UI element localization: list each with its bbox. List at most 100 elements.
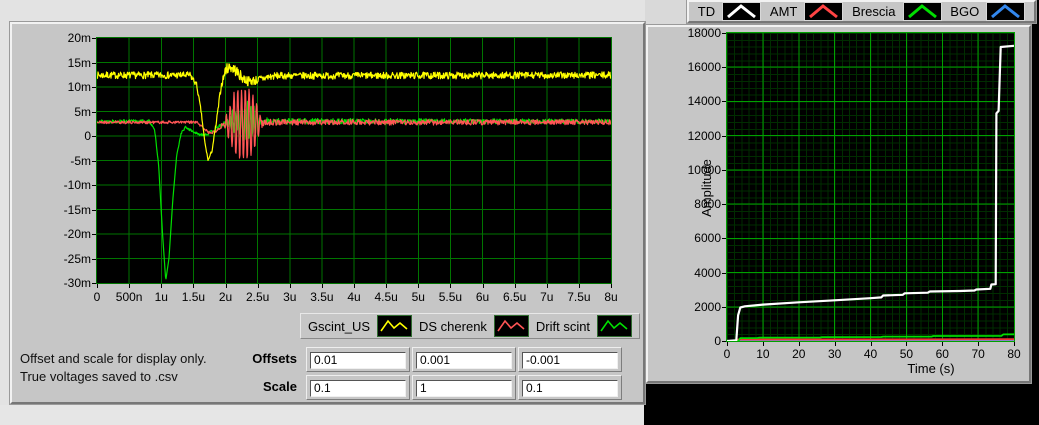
note-line-1: Offset and scale for display only.: [20, 351, 207, 366]
bgo-plot-icon: [986, 2, 1026, 21]
x-tick-mark: [942, 342, 944, 346]
scale-label: Scale: [263, 379, 297, 394]
x-tick-mark: [129, 284, 131, 288]
y-tick-mark: [92, 234, 96, 235]
y-tick-label: 2000: [694, 299, 721, 314]
offset-input-3[interactable]: [522, 351, 618, 369]
y-tick-label: 15m: [67, 55, 91, 70]
amt-plot-icon: [804, 2, 844, 21]
x-tick-mark: [257, 284, 259, 288]
x-tick-label: 30: [827, 347, 842, 361]
x-tick-label: 80: [1007, 347, 1021, 361]
y-tick-label: -15m: [63, 202, 91, 217]
legend-label: TD: [697, 4, 716, 19]
y-tick-label: 16000: [687, 60, 721, 75]
legend-item-amt[interactable]: AMT: [770, 2, 844, 21]
legend-item-gscint-us[interactable]: Gscint_US: [307, 315, 413, 337]
offset-box-1: [306, 347, 410, 372]
y-tick-mark: [722, 67, 726, 69]
waveform-plot-area[interactable]: [96, 37, 612, 284]
scale-box-2: [412, 375, 516, 400]
gscint-us-waveform-icon: [377, 315, 413, 337]
y-tick-mark: [92, 283, 96, 284]
scale-input-3[interactable]: [522, 379, 618, 397]
amplitude-axis-title: Amplitude: [699, 159, 714, 217]
y-tick-mark: [92, 258, 96, 260]
scale-box-1: [306, 375, 410, 400]
bottom-strip: [0, 405, 644, 425]
amplitude-chart-legend: TD AMT Brescia BGO: [687, 0, 1036, 23]
app-root: { "left_panel": { "note_line1": "Offset …: [0, 0, 1039, 425]
legend-label: BGO: [950, 4, 980, 19]
y-tick-label: -10m: [63, 178, 91, 192]
y-tick-label: 10000: [687, 162, 721, 177]
y-tick-mark: [722, 135, 726, 137]
drift-scint-waveform-icon: [597, 315, 633, 337]
legend-item-brescia[interactable]: Brescia: [852, 2, 942, 21]
scale-box-3: [518, 375, 622, 400]
drift-scint-trace: [97, 100, 611, 280]
waveform-legend: Gscint_US DS cherenk Drift scint: [300, 313, 640, 339]
x-tick-mark: [611, 284, 612, 288]
y-tick-mark: [92, 185, 96, 186]
x-tick-mark: [762, 342, 764, 346]
scale-input-2[interactable]: [416, 379, 512, 397]
y-tick-mark: [722, 340, 726, 342]
x-tick-mark: [386, 284, 388, 288]
gscint-us-trace: [97, 63, 611, 162]
x-tick-label: 70: [971, 347, 985, 361]
td-plot-icon: [722, 2, 762, 21]
amplitude-chart-widget: Amplitude 18000 16000 14000 12000 10000 8000 6…: [646, 25, 1031, 383]
x-tick-mark: [798, 342, 800, 346]
offset-box-3: [518, 347, 622, 372]
offset-box-2: [412, 347, 516, 372]
legend-item-drift-scint[interactable]: Drift scint: [535, 315, 633, 337]
legend-item-bgo[interactable]: BGO: [950, 2, 1026, 21]
x-tick-mark: [727, 342, 728, 346]
x-tick-label: 10: [756, 347, 770, 361]
y-tick-mark: [92, 38, 96, 39]
time-axis-title: Time (s): [907, 361, 955, 376]
x-tick-mark: [321, 284, 323, 288]
scale-input-1[interactable]: [310, 379, 406, 397]
y-tick-mark: [92, 62, 96, 64]
y-tick-mark: [92, 87, 96, 88]
td-trace: [727, 44, 1014, 341]
x-tick-mark: [450, 284, 452, 288]
y-tick-mark: [722, 306, 726, 308]
top-gap-fill: [645, 0, 687, 24]
x-tick-mark: [97, 284, 98, 288]
y-tick-label: 12000: [687, 128, 721, 143]
x-tick-mark: [578, 284, 580, 288]
y-tick-label: 0: [714, 333, 721, 348]
legend-label: Gscint_US: [307, 318, 371, 334]
brescia-plot-icon: [902, 2, 942, 21]
x-tick-mark: [418, 284, 420, 288]
x-tick-label: 0: [723, 347, 731, 361]
x-tick-mark: [1014, 342, 1015, 346]
y-tick-label: -25m: [63, 251, 91, 266]
legend-label: Drift scint: [535, 318, 591, 334]
y-tick-label: -20m: [63, 227, 91, 241]
x-tick-mark: [161, 284, 163, 288]
amplitude-plot-area[interactable]: [726, 32, 1015, 342]
y-tick-mark: [92, 209, 96, 211]
legend-label: Brescia: [852, 4, 896, 19]
y-tick-mark: [722, 101, 726, 103]
x-tick-label: 50: [899, 347, 914, 361]
x-tick-label: 40: [863, 347, 878, 361]
y-tick-mark: [92, 111, 96, 113]
offset-input-2[interactable]: [416, 351, 512, 369]
legend-label: DS cherenk: [419, 318, 487, 334]
legend-item-ds-cherenk[interactable]: DS cherenk: [419, 315, 529, 337]
y-tick-label: 5m: [74, 104, 91, 119]
y-tick-mark: [92, 136, 96, 137]
offset-input-1[interactable]: [310, 351, 406, 369]
x-tick-mark: [834, 342, 836, 346]
x-tick-mark: [906, 342, 908, 346]
y-tick-label: 20m: [67, 31, 91, 45]
x-tick-mark: [978, 342, 980, 346]
legend-item-td[interactable]: TD: [697, 2, 762, 21]
y-tick-mark: [92, 160, 96, 162]
x-tick-mark: [870, 342, 872, 346]
